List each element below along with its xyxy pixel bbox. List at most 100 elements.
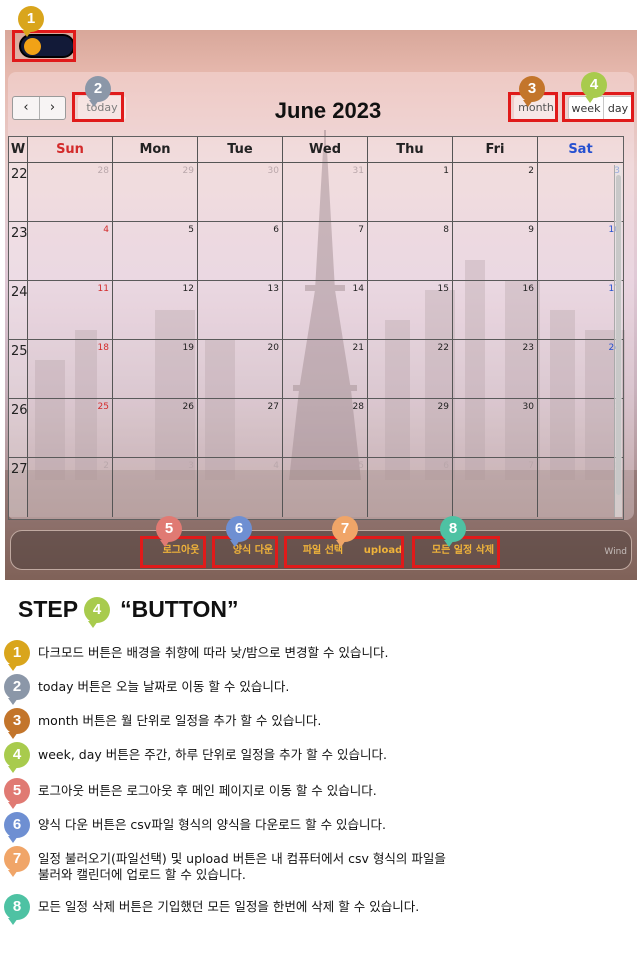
day-cell[interactable]: 4 — [198, 458, 283, 517]
day-cell[interactable]: 30 — [453, 399, 538, 457]
calendar-week-row: 262526272829301 — [9, 399, 623, 458]
callout-badge-4: 4 — [581, 72, 607, 103]
description-item-1: 1 다크모드 버튼은 배경을 취향에 따라 낮/밤으로 변경할 수 있습니다. — [4, 640, 389, 671]
weekday-header-thu: Thu — [368, 137, 453, 162]
day-cell[interactable]: 1 — [368, 163, 453, 221]
day-cell[interactable]: 5 — [113, 222, 198, 280]
day-cell[interactable]: 30 — [198, 163, 283, 221]
description-text-2: today 버튼은 오늘 날짜로 이동 할 수 있습니다. — [38, 679, 290, 694]
day-cell[interactable]: 23 — [453, 340, 538, 398]
description-item-7: 7 일정 불러오기(파일선택) 및 upload 버튼은 내 컴퓨터에서 csv… — [4, 846, 446, 883]
week-number-cell: 22 — [9, 163, 28, 221]
description-item-3: 3 month 버튼은 월 단위로 일정을 추가 할 수 있습니다. — [4, 708, 321, 739]
upload-button[interactable]: upload — [359, 540, 407, 562]
callout-badge-1: 1 — [18, 6, 44, 37]
day-cell[interactable]: 10 — [538, 222, 623, 280]
day-cell[interactable]: 20 — [198, 340, 283, 398]
callout-badge-6: 6 — [226, 516, 252, 547]
callout-badge-7: 7 — [332, 516, 358, 547]
weekday-header-mon: Mon — [113, 137, 198, 162]
bottom-action-bar: 로그아웃 양식 다운 파일 선택 upload 모든 일정 삭제 Wind — [10, 530, 632, 570]
weekday-header-fri: Fri — [453, 137, 538, 162]
week-number-cell: 26 — [9, 399, 28, 457]
day-cell[interactable]: 1 — [538, 399, 623, 457]
description-text-5: 로그아웃 버튼은 로그아웃 후 메인 페이지로 이동 할 수 있습니다. — [38, 783, 377, 798]
day-cell[interactable]: 3 — [113, 458, 198, 517]
description-badge-7: 7 — [4, 846, 30, 877]
day-cell[interactable]: 11 — [28, 281, 113, 339]
day-cell[interactable]: 13 — [198, 281, 283, 339]
dark-mode-toggle[interactable] — [19, 34, 75, 58]
day-cell[interactable]: 2 — [28, 458, 113, 517]
weekday-header-sun: Sun — [28, 137, 113, 162]
description-item-2: 2 today 버튼은 오늘 날짜로 이동 할 수 있습니다. — [4, 674, 290, 705]
description-text-7: 일정 불러오기(파일선택) 및 upload 버튼은 내 컴퓨터에서 csv 형… — [38, 851, 446, 882]
weekday-header-tue: Tue — [198, 137, 283, 162]
day-cell[interactable]: 12 — [113, 281, 198, 339]
step-title: “BUTTON” — [120, 596, 239, 622]
day-cell[interactable]: 2 — [453, 163, 538, 221]
nav-button-group: ‹ › — [12, 96, 66, 120]
delete-all-button[interactable]: 모든 일정 삭제 — [421, 540, 505, 562]
description-badge-2: 2 — [4, 674, 30, 705]
next-button[interactable]: › — [39, 97, 65, 119]
step-label: STEP — [18, 596, 79, 622]
week-number-cell: 25 — [9, 340, 28, 398]
day-cell[interactable]: 29 — [368, 399, 453, 457]
day-cell[interactable]: 9 — [453, 222, 538, 280]
description-badge-1: 1 — [4, 640, 30, 671]
callout-badge-8: 8 — [440, 516, 466, 547]
calendar-week-row: 2228293031123 — [9, 163, 623, 222]
description-badge-3: 3 — [4, 708, 30, 739]
day-cell[interactable]: 27 — [198, 399, 283, 457]
day-cell[interactable]: 6 — [198, 222, 283, 280]
description-item-8: 8 모든 일정 삭제 버튼은 기입했던 모든 일정을 한번에 삭제 할 수 있습… — [4, 894, 420, 925]
scrollbar-thumb[interactable] — [616, 175, 621, 495]
day-cell[interactable]: 21 — [283, 340, 368, 398]
day-cell[interactable]: 16 — [453, 281, 538, 339]
day-cell[interactable]: 24 — [538, 340, 623, 398]
calendar-screenshot: ‹ › today June 2023 month week day W Sun… — [5, 30, 637, 580]
windows-watermark: Wind — [604, 547, 627, 557]
step-heading: STEP 4 “BUTTON” — [18, 596, 239, 628]
description-badge-5: 5 — [4, 778, 30, 809]
description-item-6: 6 양식 다운 버튼은 csv파일 형식의 양식을 다운로드 할 수 있습니다. — [4, 812, 386, 843]
day-cell[interactable]: 6 — [368, 458, 453, 517]
week-number-cell: 23 — [9, 222, 28, 280]
day-cell[interactable]: 8 — [368, 222, 453, 280]
day-cell[interactable]: 14 — [283, 281, 368, 339]
day-cell[interactable]: 22 — [368, 340, 453, 398]
day-cell[interactable]: 25 — [28, 399, 113, 457]
day-cell[interactable]: 8 — [538, 458, 623, 517]
day-cell[interactable]: 4 — [28, 222, 113, 280]
calendar-week-row: 2518192021222324 — [9, 340, 623, 399]
description-badge-4: 4 — [4, 742, 30, 773]
week-number-cell: 24 — [9, 281, 28, 339]
day-cell[interactable]: 18 — [28, 340, 113, 398]
day-cell[interactable]: 31 — [283, 163, 368, 221]
day-cell[interactable]: 5 — [283, 458, 368, 517]
day-cell[interactable]: 17 — [538, 281, 623, 339]
description-text-8: 모든 일정 삭제 버튼은 기입했던 모든 일정을 한번에 삭제 할 수 있습니다… — [38, 899, 420, 914]
day-cell[interactable]: 29 — [113, 163, 198, 221]
day-cell[interactable]: 3 — [538, 163, 623, 221]
day-cell[interactable]: 7 — [283, 222, 368, 280]
description-text-1: 다크모드 버튼은 배경을 취향에 따라 낮/밤으로 변경할 수 있습니다. — [38, 645, 389, 660]
description-text-4: week, day 버튼은 주간, 하루 단위로 일정을 추가 할 수 있습니다… — [38, 747, 387, 762]
calendar-week-row: 2345678910 — [9, 222, 623, 281]
callout-badge-2: 2 — [85, 76, 111, 107]
day-cell[interactable]: 26 — [113, 399, 198, 457]
description-item-5: 5 로그아웃 버튼은 로그아웃 후 메인 페이지로 이동 할 수 있습니다. — [4, 778, 377, 809]
day-cell[interactable]: 15 — [368, 281, 453, 339]
description-badge-8: 8 — [4, 894, 30, 925]
prev-button[interactable]: ‹ — [13, 97, 39, 119]
calendar-scrollbar[interactable] — [614, 165, 622, 517]
day-cell[interactable]: 19 — [113, 340, 198, 398]
weekday-header-wed: Wed — [283, 137, 368, 162]
day-cell[interactable]: 7 — [453, 458, 538, 517]
callout-badge-5: 5 — [156, 516, 182, 547]
weekday-header-sat: Sat — [538, 137, 623, 162]
day-view-button[interactable]: day — [603, 96, 633, 120]
day-cell[interactable]: 28 — [28, 163, 113, 221]
day-cell[interactable]: 28 — [283, 399, 368, 457]
